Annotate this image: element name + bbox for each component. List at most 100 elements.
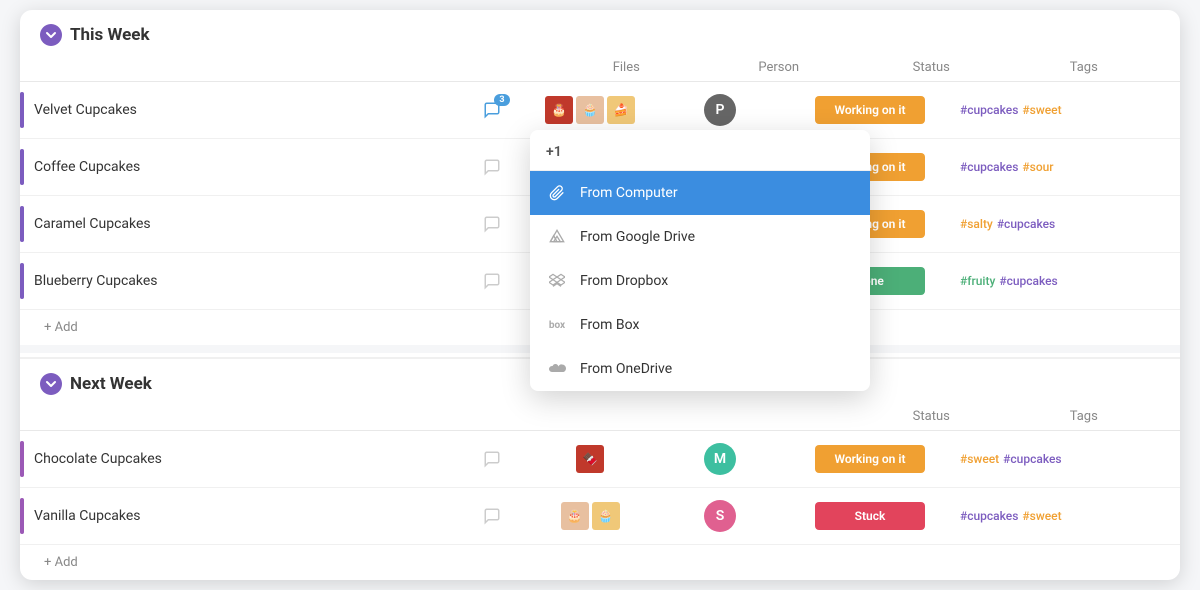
tag: #sour (1022, 160, 1053, 174)
row-name: Caramel Cupcakes (34, 216, 468, 232)
tag: #cupcakes (960, 160, 1018, 174)
chat-icon[interactable]: 3 (478, 96, 506, 124)
tags-cell: #fruity #cupcakes (950, 274, 1180, 288)
dropbox-icon (546, 270, 568, 292)
person-cell: M (650, 443, 790, 475)
row-bar (20, 263, 24, 299)
tag: #sweet (1022, 509, 1061, 523)
chat-icon[interactable] (478, 210, 506, 238)
status-badge[interactable]: Working on it (815, 96, 925, 124)
app-container: This Week Files Person Status Tags Velve… (20, 10, 1180, 580)
dropdown-item-google-drive[interactable]: From Google Drive (530, 215, 870, 259)
chat-badge: 3 (494, 94, 510, 106)
add-row-button[interactable]: + Add (20, 545, 1180, 580)
row-name-cell: Caramel Cupcakes (20, 196, 530, 252)
row-name: Velvet Cupcakes (34, 102, 468, 118)
status-cell: Working on it (790, 445, 950, 473)
tag: #cupcakes (960, 509, 1018, 523)
col-person (703, 409, 856, 424)
avatar: P (704, 94, 736, 126)
tag: #cupcakes (997, 217, 1055, 231)
dropdown-item-from-computer[interactable]: From Computer (530, 171, 870, 215)
file-thumb: 🍰 (607, 96, 635, 124)
status-badge[interactable]: Working on it (815, 445, 925, 473)
tags-cell: #sweet #cupcakes (950, 452, 1180, 466)
col-status: Status (855, 60, 1008, 75)
next-week-chevron[interactable] (40, 373, 62, 395)
tags-cell: #cupcakes #sweet (950, 509, 1180, 523)
tag: #cupcakes (1003, 452, 1061, 466)
table-row: Vanilla Cupcakes 🎂 🧁 S Stuck #cupcakes #… (20, 488, 1180, 545)
row-name-cell: Velvet Cupcakes 3 (20, 82, 530, 138)
google-drive-icon (546, 226, 568, 248)
file-upload-dropdown: +1 From Computer From Google Drive (530, 130, 870, 391)
col-status: Status (855, 409, 1008, 424)
col-name (40, 60, 550, 75)
row-name-cell: Vanilla Cupcakes (20, 488, 530, 544)
this-week-chevron[interactable] (40, 24, 62, 46)
dropdown-item-label: From Box (580, 317, 639, 333)
col-tags: Tags (1008, 60, 1161, 75)
tag: #salty (960, 217, 993, 231)
table-row: Chocolate Cupcakes 🍫 M Working on it #sw… (20, 431, 1180, 488)
tag: #fruity (960, 274, 995, 288)
chat-icon[interactable] (478, 502, 506, 530)
files-cell[interactable]: 🎂 🧁 (530, 496, 650, 536)
file-thumb: 🎂 (545, 96, 573, 124)
tag: #cupcakes (999, 274, 1057, 288)
file-thumb: 🧁 (576, 96, 604, 124)
next-week-title: Next Week (70, 374, 152, 394)
row-bar (20, 92, 24, 128)
dropdown-item-label: From OneDrive (580, 361, 672, 377)
this-week-header: This Week (20, 10, 1180, 54)
row-name: Vanilla Cupcakes (34, 508, 468, 524)
chat-icon[interactable] (478, 267, 506, 295)
chat-icon[interactable] (478, 153, 506, 181)
row-name: Chocolate Cupcakes (34, 451, 468, 467)
person-cell: P (650, 94, 790, 126)
tags-cell: #cupcakes #sour (950, 160, 1180, 174)
col-name (40, 409, 550, 424)
row-name: Coffee Cupcakes (34, 159, 468, 175)
row-bar (20, 498, 24, 534)
next-week-table-header: Status Tags (20, 403, 1180, 431)
tag: #sweet (1022, 103, 1061, 117)
status-cell: Working on it (790, 96, 950, 124)
row-bar (20, 149, 24, 185)
col-person: Person (703, 60, 856, 75)
file-thumb: 🍫 (576, 445, 604, 473)
row-name: Blueberry Cupcakes (34, 273, 468, 289)
dropdown-item-onedrive[interactable]: From OneDrive (530, 347, 870, 391)
onedrive-icon (546, 358, 568, 380)
chat-icon[interactable] (478, 445, 506, 473)
dropdown-header: +1 (530, 130, 870, 171)
avatar: S (704, 500, 736, 532)
tag: #sweet (960, 452, 999, 466)
dropdown-item-label: From Google Drive (580, 229, 695, 245)
row-bar (20, 206, 24, 242)
row-name-cell: Blueberry Cupcakes (20, 253, 530, 309)
col-tags: Tags (1008, 409, 1161, 424)
avatar: M (704, 443, 736, 475)
row-name-cell: Chocolate Cupcakes (20, 431, 530, 487)
dropdown-item-box[interactable]: box From Box (530, 303, 870, 347)
tags-cell: #salty #cupcakes (950, 217, 1180, 231)
this-week-title: This Week (70, 25, 150, 45)
files-cell[interactable]: 🍫 (530, 439, 650, 479)
dropdown-item-dropbox[interactable]: From Dropbox (530, 259, 870, 303)
file-thumb: 🧁 (592, 502, 620, 530)
status-badge[interactable]: Stuck (815, 502, 925, 530)
files-cell[interactable]: 🎂 🧁 🍰 (530, 90, 650, 130)
dropdown-item-label: From Dropbox (580, 273, 668, 289)
person-cell: S (650, 500, 790, 532)
box-icon: box (546, 314, 568, 336)
dropdown-item-label: From Computer (580, 185, 678, 201)
tags-cell: #cupcakes #sweet (950, 103, 1180, 117)
file-thumb: 🎂 (561, 502, 589, 530)
col-files (550, 409, 703, 424)
row-name-cell: Coffee Cupcakes (20, 139, 530, 195)
paperclip-icon (546, 182, 568, 204)
this-week-table-header: Files Person Status Tags (20, 54, 1180, 82)
status-cell: Stuck (790, 502, 950, 530)
col-files: Files (550, 60, 703, 75)
